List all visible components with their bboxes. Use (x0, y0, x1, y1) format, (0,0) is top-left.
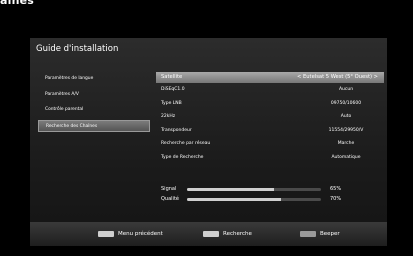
setting-value[interactable]: Marche (308, 137, 384, 151)
quality-value: 70% (330, 196, 342, 202)
page-title: Guide d'installation (36, 44, 119, 54)
key-icon (300, 230, 316, 237)
setting-label: Type de Recherche (161, 154, 204, 160)
setting-row-search-type[interactable]: Type de Recherche Automatique (156, 151, 384, 165)
setting-value[interactable]: 09750/10600 (308, 97, 384, 111)
back-button-label: Menu précédent (118, 231, 163, 237)
signal-meters: Signal 65% Qualité 70% (156, 184, 384, 204)
quality-bar (187, 197, 321, 201)
menu-item-parental[interactable]: Contrôle parental (38, 104, 150, 117)
quality-label: Qualité (161, 196, 179, 202)
cropped-heading: aines (0, 0, 35, 7)
setting-row-transponder[interactable]: Transpondeur 11554/29950/V (156, 124, 384, 138)
beeper-button-label: Beeper (320, 231, 340, 237)
quality-meter: Qualité 70% (156, 194, 384, 204)
key-icon (98, 230, 114, 237)
signal-label: Signal (161, 186, 177, 192)
setting-value[interactable]: Automatique (308, 151, 384, 165)
menu-item-language[interactable]: Paramètres de langue (38, 73, 150, 86)
satellite-selector[interactable]: < Eutelsat 5 West (5° Ouest) > (297, 72, 378, 83)
setting-row-network-search[interactable]: Recherche par réseau Marche (156, 137, 384, 151)
settings-panel: Satellite < Eutelsat 5 West (5° Ouest) >… (156, 72, 384, 164)
signal-bar (187, 187, 321, 191)
back-button[interactable]: Menu précédent (98, 230, 163, 238)
signal-value: 65% (330, 186, 342, 192)
signal-bar-fill (187, 187, 275, 191)
setting-value[interactable]: 11554/29950/V (308, 124, 384, 138)
setting-value[interactable]: Aucun (308, 83, 384, 97)
setting-label: Recherche par réseau (161, 141, 211, 146)
setting-label: Type LNB (161, 100, 182, 106)
setting-label: Transpondeur (161, 127, 192, 133)
footer-bar: Menu précédent Recherche Beeper (30, 222, 387, 246)
quality-bar-fill (187, 197, 281, 201)
setting-row-22khz[interactable]: 22kHz Auto (156, 110, 384, 124)
tv-frame: aines Guide d'installation Paramètres de… (0, 0, 413, 256)
menu-item-channel-search[interactable]: Recherche des Chaînes (38, 119, 150, 132)
left-menu: Paramètres de langue Paramètres A/V Cont… (38, 73, 150, 135)
search-button-label: Recherche (223, 231, 252, 237)
signal-meter: Signal 65% (156, 184, 384, 194)
setting-value[interactable]: Auto (308, 110, 384, 124)
satellite-label: Satellite (161, 74, 183, 80)
setting-row-lnb-type[interactable]: Type LNB 09750/10600 (156, 97, 384, 111)
search-button[interactable]: Recherche (203, 230, 252, 238)
setting-label: 22kHz (161, 114, 176, 119)
key-icon (203, 230, 219, 237)
setting-row-diseqc[interactable]: DiSEqC1.0 Aucun (156, 83, 384, 97)
menu-item-av[interactable]: Paramètres A/V (38, 89, 150, 102)
setting-label: DiSEqC1.0 (161, 87, 185, 92)
beeper-button[interactable]: Beeper (300, 230, 340, 238)
satellite-row[interactable]: Satellite < Eutelsat 5 West (5° Ouest) > (156, 72, 384, 83)
installation-screen: Guide d'installation Paramètres de langu… (30, 38, 387, 246)
